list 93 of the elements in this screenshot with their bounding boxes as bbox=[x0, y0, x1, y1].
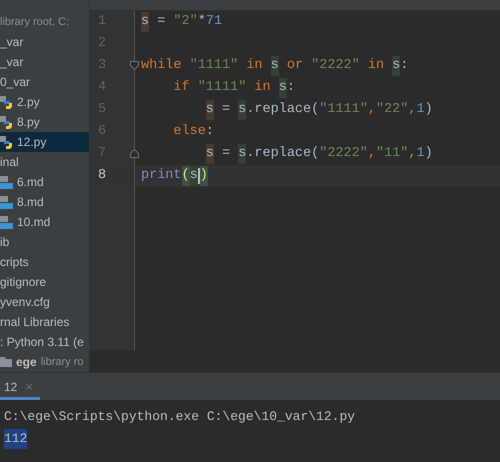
code-token: if bbox=[173, 78, 191, 97]
code-token: s bbox=[392, 56, 400, 76]
code-token: s bbox=[238, 144, 246, 164]
tree-item-label: _var bbox=[0, 54, 24, 71]
code-token: "1111" bbox=[198, 78, 248, 97]
code-token: ) bbox=[424, 100, 433, 119]
code-token: "22" bbox=[376, 100, 408, 119]
code-token: s bbox=[206, 144, 214, 164]
markdown-file-icon bbox=[0, 216, 13, 228]
tree-item-label: inal bbox=[0, 154, 19, 171]
line-number: 8 bbox=[98, 166, 106, 185]
code-token: = bbox=[156, 12, 166, 31]
python-file-icon bbox=[0, 136, 13, 148]
tree-item[interactable]: 0_var bbox=[0, 72, 89, 92]
code-token: ) bbox=[424, 144, 433, 163]
tree-item-label: 2.py bbox=[17, 94, 40, 111]
code-token: : bbox=[206, 122, 214, 141]
code-token: s bbox=[141, 12, 150, 32]
tree-item-label: library root, C: bbox=[0, 14, 70, 30]
tree-item-label: _var bbox=[0, 34, 24, 51]
tree-item[interactable]: ib bbox=[0, 232, 89, 252]
tree-item-label: ib bbox=[0, 234, 10, 251]
tree-item[interactable]: library root, C: bbox=[0, 12, 89, 32]
code-token: , bbox=[408, 144, 416, 163]
code-token: * bbox=[198, 12, 206, 31]
tree-item[interactable]: 8.py bbox=[0, 112, 89, 132]
code-token: 1 bbox=[416, 100, 425, 119]
code-token: : bbox=[400, 56, 408, 75]
code-token: , bbox=[368, 144, 376, 163]
code-token: : bbox=[286, 78, 295, 97]
tree-item-label: rnal Libraries bbox=[0, 314, 70, 331]
run-tab-label: 12 bbox=[4, 378, 18, 396]
tree-item[interactable]: 8.md bbox=[0, 192, 89, 212]
tree-item[interactable]: cripts bbox=[0, 252, 89, 272]
code-token: print bbox=[141, 166, 182, 185]
code-token: "2222" bbox=[311, 56, 361, 75]
tree-item-label: 8.py bbox=[17, 114, 40, 131]
code-token: or bbox=[286, 56, 304, 75]
code-token: ) bbox=[200, 166, 208, 186]
tree-item-label: 8.md bbox=[17, 194, 44, 211]
folder-icon bbox=[0, 357, 12, 367]
tree-item-label: : Python 3.11 (e bbox=[0, 334, 84, 351]
tree-item[interactable]: yvenv.cfg bbox=[0, 292, 89, 312]
tree-item-label: gitignore bbox=[0, 274, 46, 291]
tree-item-label: ege bbox=[16, 354, 37, 371]
code-token: , bbox=[368, 100, 376, 119]
code-token: .replace( bbox=[246, 100, 320, 119]
code-token: "1111" bbox=[319, 100, 368, 119]
code-token: .replace( bbox=[246, 144, 320, 163]
fold-marker-icon[interactable] bbox=[130, 61, 139, 70]
code-token: in bbox=[368, 56, 386, 75]
tree-item[interactable]: rnal Libraries bbox=[0, 312, 89, 332]
tree-item[interactable]: inal bbox=[0, 152, 89, 172]
code-token: while bbox=[141, 56, 183, 75]
markdown-file-icon bbox=[0, 176, 13, 188]
code-token: s bbox=[238, 100, 246, 120]
tree-item[interactable]: 2.py bbox=[0, 92, 89, 112]
tree-item[interactable]: gitignore bbox=[0, 272, 89, 292]
tree-item[interactable]: 12.py bbox=[0, 132, 89, 152]
tree-item[interactable]: _var bbox=[0, 52, 89, 72]
tree-item-label: yvenv.cfg bbox=[0, 294, 50, 311]
code-token: s bbox=[206, 100, 214, 120]
tree-item-label: 10.md bbox=[17, 214, 50, 231]
tree-item[interactable]: 10.md bbox=[0, 212, 89, 232]
code-token: 71 bbox=[206, 12, 222, 31]
code-token: in bbox=[246, 56, 264, 75]
tree-item[interactable]: ege library ro bbox=[0, 352, 89, 372]
tree-item-hint: library ro bbox=[40, 354, 84, 370]
console-line: C:\ege\Scripts\python.exe C:\ege\10_var\12.py bbox=[4, 408, 356, 426]
markdown-file-icon bbox=[0, 196, 13, 208]
code-token: "11" bbox=[376, 144, 408, 163]
python-file-icon bbox=[0, 96, 13, 108]
tree-item[interactable]: 6.md bbox=[0, 172, 89, 192]
code-token: s bbox=[270, 56, 279, 76]
code-token: "2222" bbox=[319, 144, 368, 163]
code-token: = bbox=[221, 144, 232, 163]
tree-item[interactable]: : Python 3.11 (e bbox=[0, 332, 89, 352]
tree-item-label: cripts bbox=[0, 254, 29, 271]
fold-marker-icon[interactable] bbox=[130, 149, 139, 158]
tree-item[interactable]: _var bbox=[0, 32, 89, 52]
code-token: ( bbox=[182, 166, 190, 186]
code-token: , bbox=[408, 100, 416, 119]
code-token: in bbox=[254, 78, 272, 97]
tree-item-label: 0_var bbox=[0, 74, 30, 91]
code-token: = bbox=[221, 100, 232, 119]
tree-item-label: 6.md bbox=[17, 174, 44, 191]
tree-item-label: 12.py bbox=[17, 134, 46, 151]
code-token: else bbox=[173, 122, 206, 141]
python-file-icon bbox=[0, 116, 13, 128]
code-token: 1 bbox=[416, 144, 425, 163]
code-token: "2" bbox=[173, 12, 198, 31]
code-token: "1111" bbox=[190, 56, 240, 75]
code-token: s bbox=[278, 78, 287, 98]
